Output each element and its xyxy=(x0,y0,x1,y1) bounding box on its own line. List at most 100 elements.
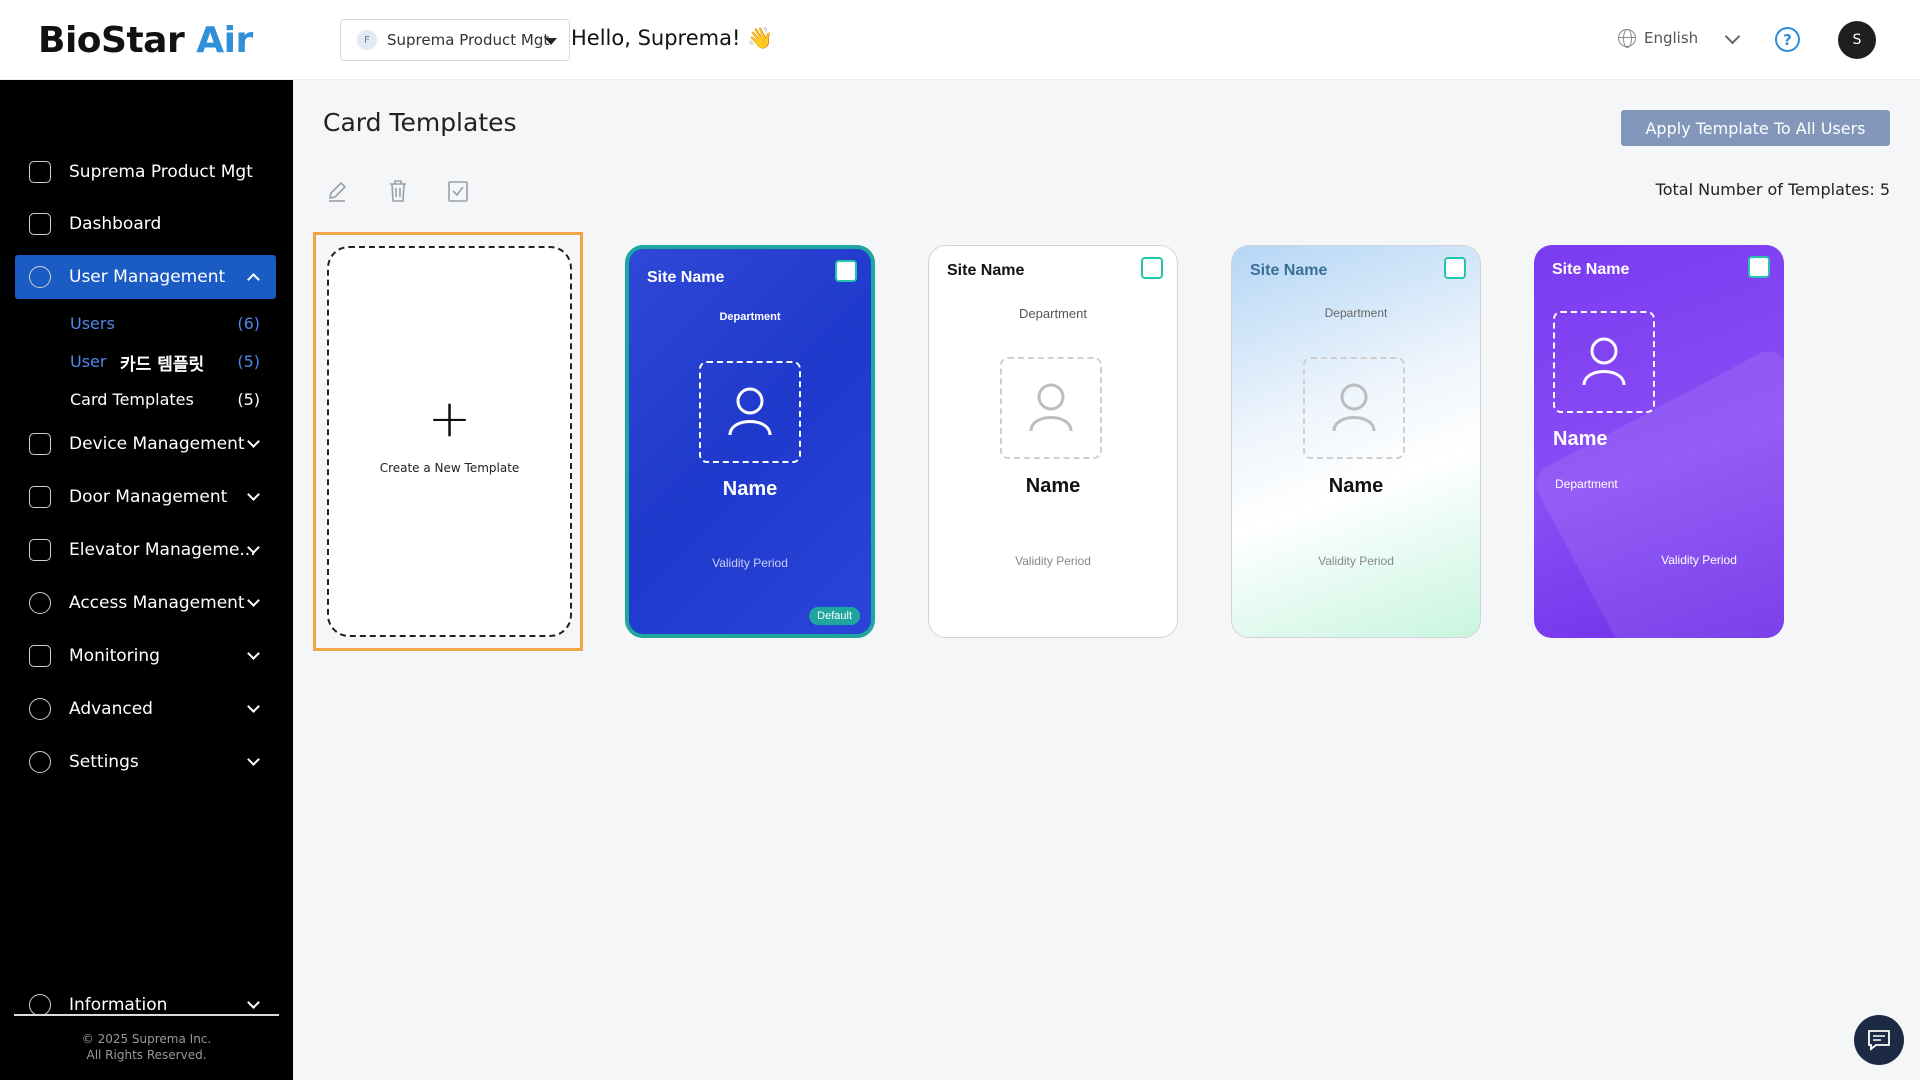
advanced-icon xyxy=(29,698,51,720)
sidebar-item-access-management[interactable]: Access Management xyxy=(15,581,276,625)
chevron-down-icon xyxy=(247,594,260,607)
sidebar-item-monitoring[interactable]: Monitoring xyxy=(15,634,276,678)
card-department: Department xyxy=(719,311,781,323)
card-validity: Validity Period xyxy=(1318,554,1394,568)
sidebar-divider xyxy=(14,1014,279,1016)
info-icon xyxy=(29,994,51,1016)
trash-icon[interactable] xyxy=(387,179,409,203)
device-icon xyxy=(29,433,51,455)
chevron-down-icon xyxy=(247,488,260,501)
chat-button[interactable] xyxy=(1854,1015,1904,1065)
card-template-purple[interactable]: Site Name Name Department Validity Perio… xyxy=(1534,245,1784,638)
template-checkbox[interactable] xyxy=(1748,256,1770,278)
sidebar-item-label: Monitoring xyxy=(69,646,160,666)
sidebar-item-label: Settings xyxy=(69,752,139,772)
card-name: Name xyxy=(1553,428,1608,450)
sidebar-item-dashboard[interactable]: Dashboard xyxy=(15,202,276,246)
site-badge: F xyxy=(357,30,377,50)
language-label: English xyxy=(1644,29,1699,47)
subitem-label: Users xyxy=(70,313,115,333)
card-name: Name xyxy=(1328,475,1384,497)
logo-main: BioStar xyxy=(38,20,185,61)
card-template-blue[interactable]: Site Name Department Name Validity Perio… xyxy=(625,245,875,638)
card-department: Department xyxy=(1555,477,1618,491)
card-template-gradient[interactable]: Site Name Department Name Validity Perio… xyxy=(1231,245,1481,638)
photo-placeholder xyxy=(1553,311,1655,413)
app-logo[interactable]: BioStar Air xyxy=(38,20,253,61)
create-template-card[interactable]: + Create a New Template xyxy=(327,246,572,637)
card-site-name: Site Name xyxy=(1552,261,1630,278)
chevron-up-icon xyxy=(247,273,260,286)
sidebar-item-label: Dashboard xyxy=(69,214,162,234)
plus-icon: + xyxy=(427,389,472,449)
elevator-icon xyxy=(29,539,51,561)
chevron-down-icon xyxy=(247,647,260,660)
sidebar-item-settings[interactable]: Settings xyxy=(15,740,276,784)
logo-accent: Air xyxy=(196,20,253,61)
sidebar-item-device-management[interactable]: Device Management xyxy=(15,422,276,466)
create-template-label: Create a New Template xyxy=(379,461,520,475)
card-site-name: Site Name xyxy=(947,262,1025,279)
chevron-down-icon xyxy=(247,996,260,1009)
card-department: Department xyxy=(1324,306,1388,320)
subitem-count: (5) xyxy=(237,351,260,371)
top-header: BioStar Air F Suprema Product Mgt Hello,… xyxy=(0,0,1920,80)
site-selector[interactable]: F Suprema Product Mgt xyxy=(340,19,570,61)
building-icon xyxy=(29,161,51,183)
avatar[interactable]: S xyxy=(1838,21,1876,59)
chevron-down-icon[interactable] xyxy=(1724,28,1741,45)
subitem-label: Card Templates xyxy=(70,389,194,409)
site-selector-label: Suprema Product Mgt xyxy=(387,31,550,49)
language-selector[interactable]: English xyxy=(1618,29,1699,48)
sidebar-item-advanced[interactable]: Advanced xyxy=(15,687,276,731)
copyright-line: All Rights Reserved. xyxy=(86,1048,207,1062)
help-icon[interactable]: ? xyxy=(1775,27,1800,52)
edit-icon[interactable] xyxy=(326,179,348,203)
sidebar-subitem-users[interactable]: Users (6) xyxy=(70,308,260,338)
card-template-white[interactable]: Site Name Department Name Validity Perio… xyxy=(928,245,1178,638)
sidebar-item-site[interactable]: Suprema Product Mgt xyxy=(15,150,276,194)
chat-icon xyxy=(1868,1030,1890,1051)
sidebar: Suprema Product Mgt Dashboard User Manag… xyxy=(0,80,293,1080)
card-name: Name xyxy=(722,478,778,500)
card-validity: Validity Period xyxy=(1661,553,1737,567)
door-icon xyxy=(29,486,51,508)
chevron-down-icon xyxy=(247,753,260,766)
template-checkbox[interactable] xyxy=(1141,257,1163,279)
sidebar-item-label: User Management xyxy=(69,267,226,287)
monitoring-icon xyxy=(29,645,51,667)
user-silhouette-icon xyxy=(1582,337,1626,386)
user-icon xyxy=(29,266,51,288)
checkbox-icon[interactable] xyxy=(447,179,469,203)
user-silhouette-icon xyxy=(1029,383,1073,432)
sidebar-item-elevator-management[interactable]: Elevator Manageme... xyxy=(15,528,276,572)
caret-down-icon xyxy=(545,38,557,45)
card-site-name: Site Name xyxy=(1250,262,1328,279)
sidebar-item-door-management[interactable]: Door Management xyxy=(15,475,276,519)
sidebar-item-label: Advanced xyxy=(69,699,153,719)
card-department: Department xyxy=(1019,306,1087,321)
sidebar-item-label: Device Management xyxy=(69,434,245,454)
chevron-down-icon xyxy=(247,700,260,713)
card-validity: Validity Period xyxy=(1015,554,1091,568)
subitem-count: (6) xyxy=(237,313,260,333)
dashboard-icon xyxy=(29,213,51,235)
sidebar-item-label: Suprema Product Mgt xyxy=(69,162,253,182)
sidebar-item-label: Door Management xyxy=(69,487,228,507)
template-count: Total Number of Templates: 5 xyxy=(1655,180,1890,199)
apply-template-button[interactable]: Apply Template To All Users xyxy=(1621,110,1890,146)
sidebar-item-label: Information xyxy=(69,995,168,1015)
template-checkbox[interactable] xyxy=(835,260,857,282)
photo-placeholder xyxy=(699,361,801,463)
sidebar-item-information[interactable]: Information xyxy=(15,983,276,1027)
card-name: Name xyxy=(1025,475,1081,497)
template-checkbox[interactable] xyxy=(1444,257,1466,279)
chevron-down-icon xyxy=(247,435,260,448)
sidebar-item-user-management[interactable]: User Management xyxy=(15,255,276,299)
copyright-line: © 2025 Suprema Inc. xyxy=(81,1032,212,1046)
sidebar-item-label: Access Management xyxy=(69,593,245,613)
sidebar-subitem-card-templates[interactable]: Card Templates (5) xyxy=(70,384,260,414)
new-template-frame[interactable]: + Create a New Template xyxy=(313,232,583,651)
user-silhouette-icon xyxy=(728,387,772,436)
key-icon xyxy=(29,592,51,614)
